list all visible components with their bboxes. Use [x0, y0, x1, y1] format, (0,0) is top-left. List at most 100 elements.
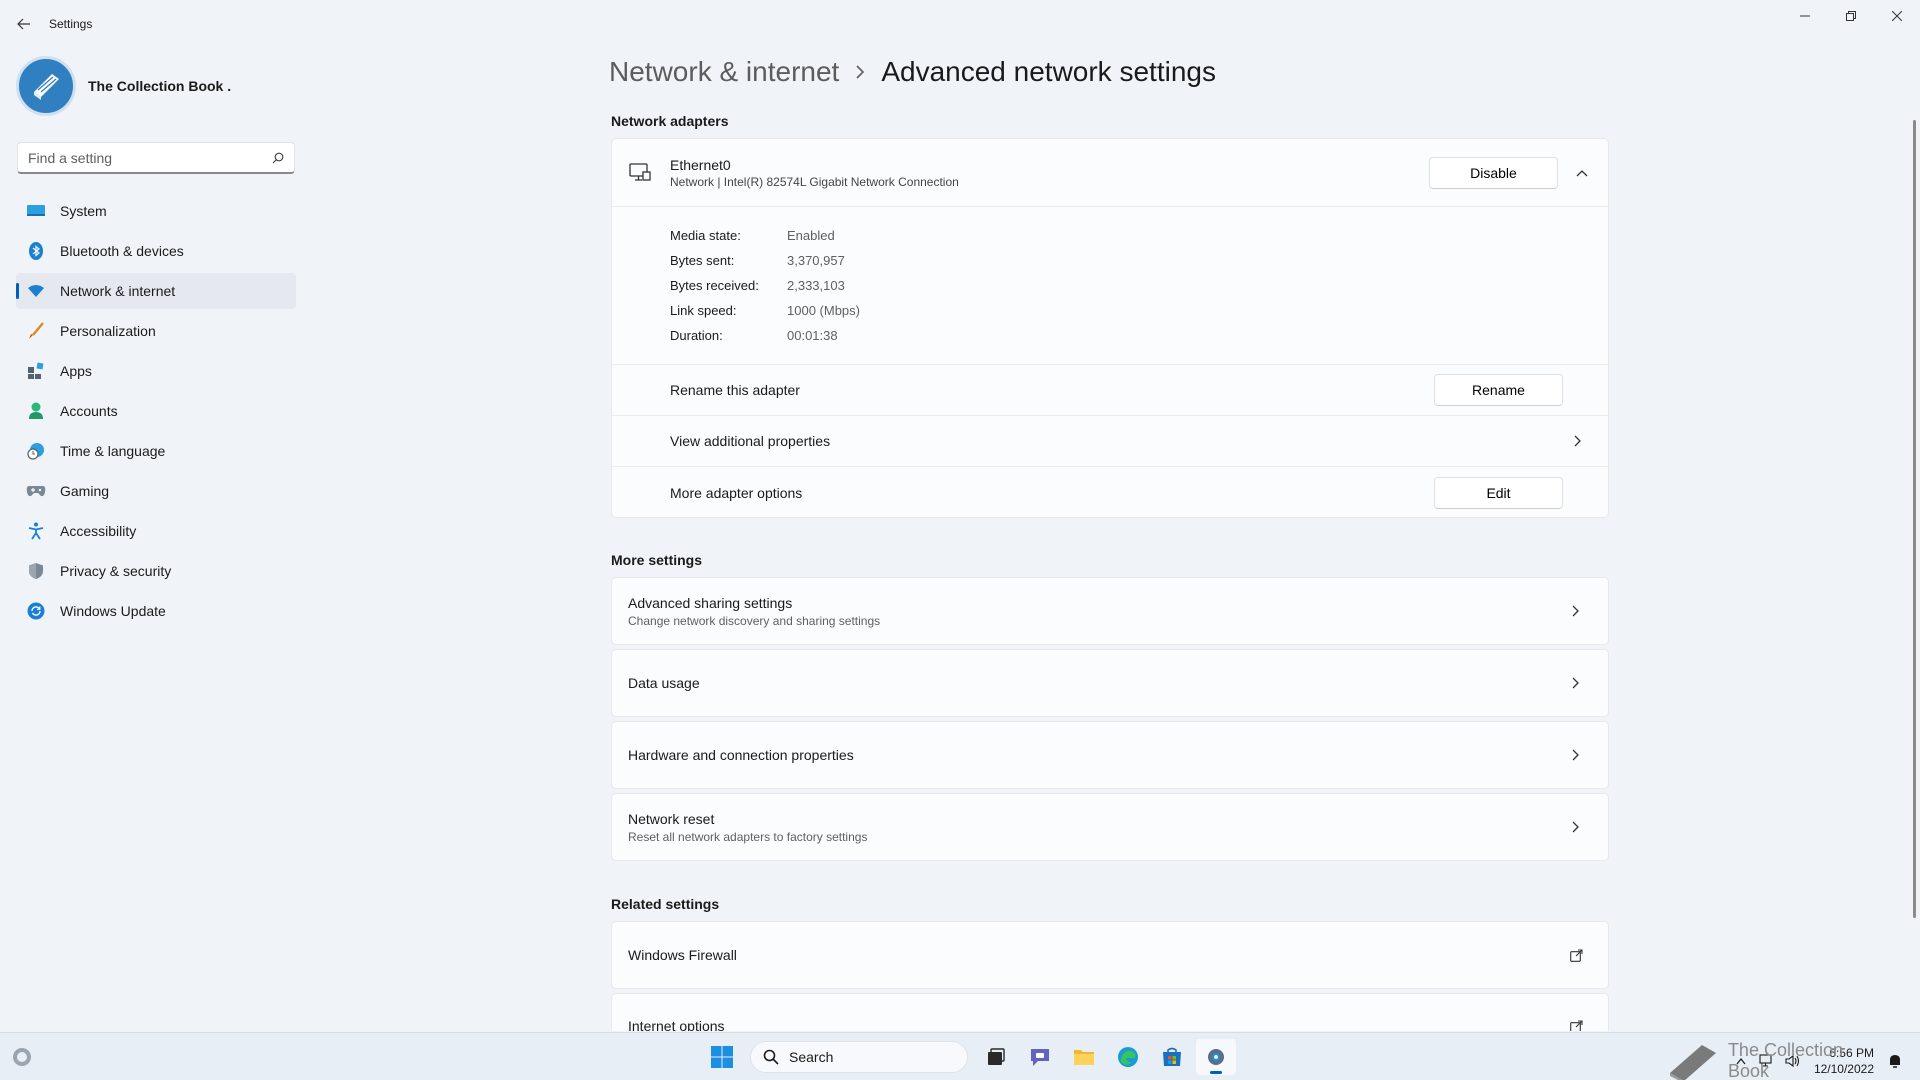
view-additional-properties-row[interactable]: View additional properties [612, 416, 1608, 467]
user-profile[interactable]: The Collection Book . [16, 56, 231, 116]
sidebar-item-label: Accounts [60, 403, 118, 419]
network-reset-row[interactable]: Network reset Reset all network adapters… [611, 793, 1609, 861]
settings-search[interactable] [17, 142, 295, 174]
apps-icon [26, 361, 46, 381]
sidebar-item-gaming[interactable]: Gaming [16, 473, 296, 509]
property-row: Bytes received: 2,333,103 [670, 273, 1608, 298]
book-icon [34, 74, 59, 100]
sidebar-item-privacy[interactable]: Privacy & security [16, 553, 296, 589]
chevron-right-icon [1568, 747, 1584, 763]
sidebar-nav: System Bluetooth & devices Network & int… [16, 193, 296, 633]
rename-adapter-row: Rename this adapter Rename [612, 365, 1608, 416]
notification-icon[interactable] [1884, 1050, 1906, 1072]
sidebar-item-accounts[interactable]: Accounts [16, 393, 296, 429]
sidebar-item-personalization[interactable]: Personalization [16, 313, 296, 349]
windows-firewall-row[interactable]: Windows Firewall [611, 921, 1609, 989]
back-button[interactable] [12, 12, 36, 36]
widgets-button[interactable] [10, 1045, 34, 1069]
edge-browser-button[interactable] [1108, 1039, 1148, 1075]
search-input[interactable] [28, 149, 272, 166]
sidebar-item-label: Personalization [60, 323, 156, 339]
search-icon [272, 152, 284, 163]
property-row: Media state: Enabled [670, 223, 1608, 248]
section-title-related-settings: Related settings [611, 896, 720, 912]
row-title: Internet options [628, 1018, 725, 1031]
rename-button[interactable]: Rename [1434, 374, 1563, 406]
sidebar-item-label: Windows Update [60, 603, 166, 619]
ethernet-icon [628, 161, 652, 185]
row-subtitle: Change network discovery and sharing set… [628, 613, 881, 628]
taskbar-search[interactable]: Search [750, 1041, 968, 1073]
property-value: 00:01:38 [787, 328, 838, 343]
chevron-right-icon [855, 59, 865, 85]
edit-button[interactable]: Edit [1434, 476, 1563, 509]
breadcrumb-parent[interactable]: Network & internet [609, 56, 839, 88]
chat-icon [1031, 1049, 1049, 1066]
section-title-more-settings: More settings [611, 552, 703, 568]
disable-button[interactable]: Disable [1429, 156, 1558, 189]
store-button[interactable] [1152, 1039, 1192, 1075]
adapter-description: Network | Intel(R) 82574L Gigabit Networ… [670, 174, 959, 189]
vertical-scrollbar[interactable] [1913, 120, 1916, 918]
watermark-text: The Collection Book [1727, 1040, 1843, 1080]
edge-icon [1118, 1047, 1138, 1067]
profile-name: The Collection Book . [88, 78, 232, 94]
person-icon [26, 401, 46, 421]
more-adapter-options-label: More adapter options [670, 484, 803, 501]
row-title: Windows Firewall [628, 947, 737, 963]
app-title: Settings [49, 17, 93, 31]
external-link-icon [1568, 1018, 1584, 1031]
view-additional-properties-label: View additional properties [670, 433, 831, 449]
sidebar-item-label: Apps [60, 363, 92, 379]
sidebar-item-bluetooth[interactable]: Bluetooth & devices [16, 233, 296, 269]
collapse-button[interactable] [1562, 157, 1602, 189]
sidebar-item-apps[interactable]: Apps [16, 353, 296, 389]
wifi-icon [26, 281, 46, 301]
internet-options-row[interactable]: Internet options [611, 993, 1609, 1031]
property-value: Enabled [787, 228, 835, 243]
advanced-sharing-settings-row[interactable]: Advanced sharing settings Change network… [611, 577, 1609, 645]
bluetooth-icon [26, 241, 46, 261]
sidebar-item-system[interactable]: System [16, 193, 296, 229]
task-view-button[interactable] [976, 1039, 1016, 1075]
adapter-card: Ethernet0 Network | Intel(R) 82574L Giga… [611, 138, 1609, 518]
sidebar-item-network[interactable]: Network & internet [16, 273, 296, 309]
property-label: Bytes received: [670, 278, 759, 293]
property-row: Duration: 00:01:38 [670, 323, 1608, 348]
adapter-header: Ethernet0 Network | Intel(R) 82574L Giga… [612, 139, 1608, 207]
restore-button[interactable] [1828, 0, 1874, 32]
sidebar-item-time-language[interactable]: Time & language [16, 433, 296, 469]
minimize-button[interactable] [1782, 0, 1828, 32]
widgets-icon [13, 1048, 31, 1066]
adapter-properties: Media state: Enabled Bytes sent: 3,370,957… [612, 207, 1608, 365]
sidebar-item-accessibility[interactable]: Accessibility [16, 513, 296, 549]
file-explorer-button[interactable] [1064, 1039, 1104, 1075]
sidebar-item-label: System [60, 203, 107, 219]
gamepad-icon [26, 481, 46, 501]
chevron-right-icon [1568, 675, 1584, 691]
hardware-connection-properties-row[interactable]: Hardware and connection properties [611, 721, 1609, 789]
sidebar-item-label: Accessibility [60, 523, 137, 539]
more-adapter-options-row: More adapter options Edit [612, 467, 1608, 518]
watermark-book-icon [1666, 1039, 1720, 1080]
external-link-icon [1568, 947, 1584, 963]
start-button[interactable] [702, 1039, 742, 1075]
teams-chat-button[interactable] [1020, 1039, 1060, 1075]
sidebar-item-label: Time & language [60, 443, 166, 459]
rename-adapter-label: Rename this adapter [670, 382, 800, 398]
shield-icon [26, 561, 46, 581]
close-button[interactable] [1874, 0, 1920, 32]
sidebar-item-label: Network & internet [60, 283, 176, 299]
sidebar-item-windows-update[interactable]: Windows Update [16, 593, 296, 629]
folder-icon [1074, 1050, 1094, 1065]
property-value: 3,370,957 [787, 253, 845, 268]
system-icon [26, 201, 46, 221]
sidebar-item-label: Bluetooth & devices [60, 243, 184, 259]
row-subtitle: Reset all network adapters to factory se… [628, 829, 868, 844]
brush-icon [26, 321, 46, 341]
property-value: 2,333,103 [787, 278, 845, 293]
settings-app-button[interactable] [1196, 1039, 1236, 1075]
data-usage-row[interactable]: Data usage [611, 649, 1609, 717]
store-icon [1163, 1047, 1181, 1066]
close-icon [1892, 11, 1902, 21]
